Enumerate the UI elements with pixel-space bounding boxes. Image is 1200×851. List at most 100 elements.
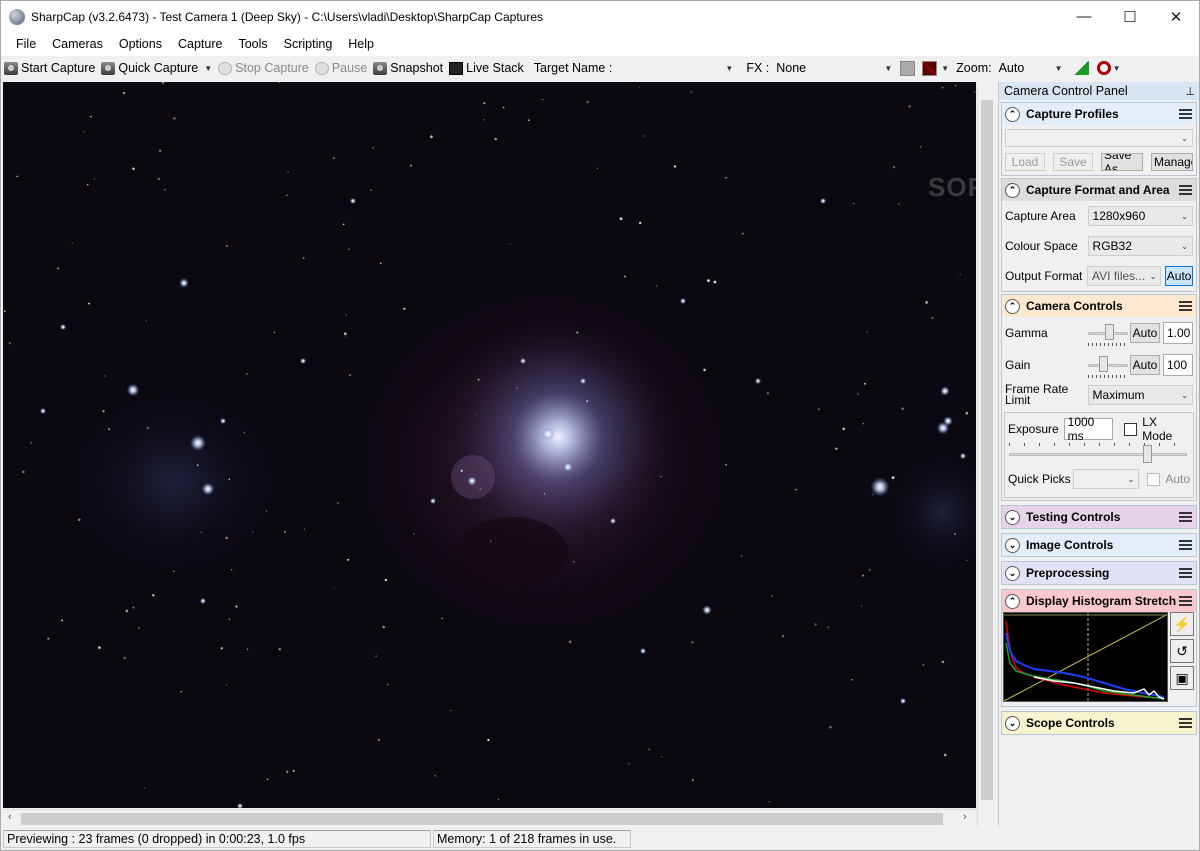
capture-profiles-header[interactable]: ⌃ Capture Profiles	[1002, 103, 1196, 125]
star	[429, 497, 437, 505]
minimize-button[interactable]: —	[1061, 1, 1107, 32]
menu-icon[interactable]	[1179, 568, 1192, 578]
gamma-auto-button[interactable]: Auto	[1130, 323, 1160, 343]
app-icon	[9, 8, 25, 25]
star	[245, 372, 248, 375]
expand-icon[interactable]: ⌄	[1005, 565, 1020, 581]
reset-icon[interactable]: ↺	[1170, 639, 1195, 663]
histogram-stretch-header[interactable]: ⌃ Display Histogram Stretch	[1002, 590, 1196, 612]
gain-auto-button[interactable]: Auto	[1130, 355, 1160, 375]
star	[943, 753, 947, 757]
gain-slider[interactable]	[1088, 352, 1128, 378]
horizontal-scrollbar[interactable]: ‹ ›	[3, 809, 976, 827]
menu-cameras[interactable]: Cameras	[44, 32, 111, 56]
menu-icon[interactable]	[1179, 512, 1192, 522]
collapse-icon[interactable]: ⌃	[1005, 593, 1020, 609]
start-capture-button[interactable]: Start Capture	[1, 57, 98, 79]
menu-icon[interactable]	[1179, 540, 1192, 550]
auto-stretch-icon[interactable]: ⚡	[1170, 612, 1195, 636]
vertical-scrollbar[interactable]	[977, 82, 995, 827]
preview-area[interactable]: SOFTPEDIA	[3, 82, 976, 808]
menu-help[interactable]: Help	[340, 32, 382, 56]
frame-rate-limit-select[interactable]: Maximum ⌄	[1087, 385, 1193, 405]
capture-area-select[interactable]: 1280x960 ⌄	[1087, 206, 1193, 226]
focus-assist-icon[interactable]	[1096, 61, 1111, 75]
lx-mode-checkbox[interactable]: LX Mode	[1124, 415, 1190, 443]
expand-icon[interactable]: ⌄	[1005, 537, 1020, 553]
menu-options[interactable]: Options	[111, 32, 170, 56]
snapshot-button[interactable]: Snapshot	[370, 57, 446, 79]
histogram-icon[interactable]	[1072, 61, 1089, 75]
menu-scripting[interactable]: Scripting	[276, 32, 341, 56]
menu-capture[interactable]: Capture	[170, 32, 230, 56]
collapse-icon[interactable]: ⌃	[1005, 106, 1020, 122]
menu-icon[interactable]	[1179, 301, 1192, 311]
star	[266, 778, 269, 781]
exposure-value-field[interactable]: 1000 ms	[1063, 415, 1114, 443]
gamma-value-field[interactable]: 1.00	[1163, 322, 1193, 344]
star	[596, 167, 599, 170]
horizontal-scroll-thumb[interactable]	[21, 813, 943, 825]
star	[817, 408, 820, 411]
menu-icon[interactable]	[1179, 718, 1192, 728]
star	[965, 411, 969, 415]
load-profile-button[interactable]: Load	[1005, 153, 1045, 171]
star	[409, 164, 412, 167]
pause-icon	[314, 61, 329, 75]
camera-controls-header[interactable]: ⌃ Camera Controls	[1002, 295, 1196, 317]
fx-select[interactable]: None ▼	[772, 59, 897, 77]
testing-controls-header[interactable]: ⌄ Testing Controls	[1002, 506, 1196, 528]
menu-icon[interactable]	[1179, 185, 1192, 195]
pin-icon[interactable]: ⊥	[1185, 85, 1195, 98]
image-controls-header[interactable]: ⌄ Image Controls	[1002, 534, 1196, 556]
colour-space-select[interactable]: RGB32 ⌄	[1087, 236, 1193, 256]
preview-status: Previewing : 23 frames (0 dropped) in 0:…	[3, 830, 431, 848]
vertical-scroll-thumb[interactable]	[981, 100, 993, 800]
star	[819, 197, 827, 205]
save-icon[interactable]: ▣	[1170, 666, 1195, 690]
profile-select[interactable]: ⌄	[1005, 129, 1193, 147]
star	[868, 569, 871, 571]
output-format-auto-button[interactable]: Auto	[1165, 266, 1193, 286]
menu-icon[interactable]	[1179, 596, 1192, 606]
save-as-profile-button[interactable]: Save As	[1101, 153, 1143, 171]
collapse-icon[interactable]: ⌃	[1005, 298, 1020, 314]
gain-value-field[interactable]: 100	[1163, 354, 1193, 376]
menu-file[interactable]: File	[1, 32, 44, 56]
menu-tools[interactable]: Tools	[230, 32, 275, 56]
expand-icon[interactable]: ⌄	[1005, 715, 1020, 731]
capture-format-header[interactable]: ⌃ Capture Format and Area	[1002, 179, 1196, 201]
scroll-left-icon[interactable]: ‹	[8, 811, 12, 823]
pause-button[interactable]: Pause	[312, 57, 370, 79]
target-name-combo[interactable]: ▼	[615, 59, 738, 77]
quick-capture-button[interactable]: Quick Capture ▼	[98, 57, 215, 79]
zoom-select[interactable]: Auto ▼	[994, 59, 1067, 77]
chevron-down-icon[interactable]: ▼	[941, 64, 949, 73]
output-format-select[interactable]: AVI files... ⌄	[1087, 266, 1162, 286]
manage-profiles-button[interactable]: Manage	[1151, 153, 1193, 171]
exposure-auto-checkbox[interactable]: Auto	[1147, 472, 1190, 486]
star	[861, 574, 865, 577]
stop-capture-button[interactable]: Stop Capture	[215, 57, 312, 79]
scroll-right-icon[interactable]: ›	[963, 811, 967, 823]
collapse-icon[interactable]: ⌃	[1005, 182, 1020, 198]
expand-icon[interactable]: ⌄	[1005, 509, 1020, 525]
save-profile-button[interactable]: Save	[1053, 153, 1093, 171]
exposure-slider[interactable]	[1009, 443, 1187, 465]
reticle-icon[interactable]	[922, 60, 938, 76]
chevron-down-icon[interactable]: ▼	[1113, 64, 1121, 73]
scope-controls-header[interactable]: ⌄ Scope Controls	[1002, 712, 1196, 734]
star	[827, 626, 830, 629]
menu-icon[interactable]	[1179, 109, 1192, 119]
star	[829, 726, 832, 729]
maximize-button[interactable]: ☐	[1107, 1, 1153, 32]
quick-picks-select[interactable]: ⌄	[1072, 469, 1140, 489]
close-button[interactable]: ✕	[1153, 1, 1199, 32]
star	[467, 476, 477, 486]
histogram-plot[interactable]	[1003, 612, 1169, 702]
gamma-slider[interactable]	[1088, 320, 1128, 346]
live-stack-button[interactable]: Live Stack	[446, 57, 527, 79]
star	[703, 368, 706, 372]
preprocessing-header[interactable]: ⌄ Preprocessing	[1002, 562, 1196, 584]
grey-square-icon[interactable]	[900, 60, 916, 76]
